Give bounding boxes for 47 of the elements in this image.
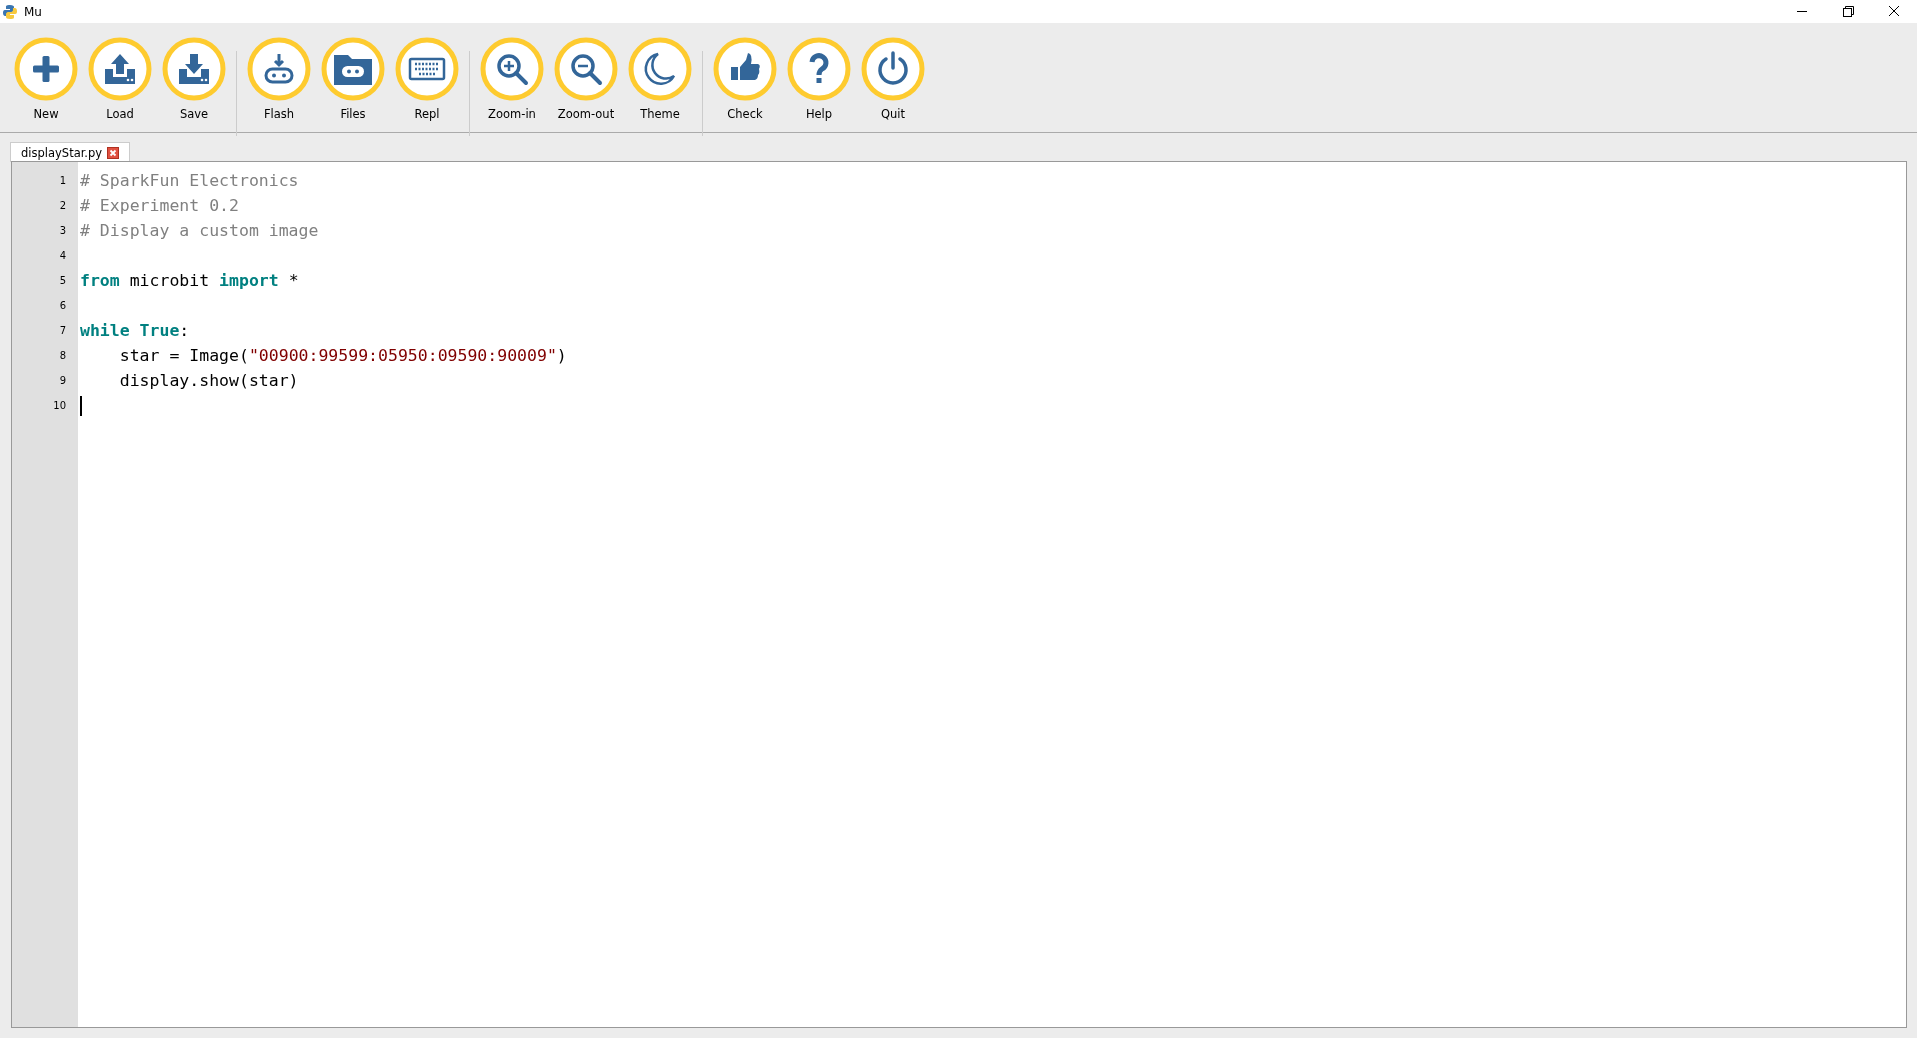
toolbar-button[interactable]: Zoom-in — [480, 37, 544, 121]
toolbar-button[interactable]: Save — [162, 37, 226, 121]
toolbar-button[interactable]: Flash — [247, 37, 311, 121]
line-number: 5 — [59, 275, 66, 286]
close-tab-icon[interactable] — [107, 146, 120, 159]
line-number: 2 — [59, 200, 66, 211]
zoom-in-icon — [480, 37, 544, 101]
upload-icon — [88, 37, 152, 101]
line-number: 7 — [59, 325, 66, 336]
line-number: 9 — [59, 375, 66, 386]
plus-icon — [14, 37, 78, 101]
line-number: 1 — [59, 175, 66, 186]
code-line: while True: — [80, 321, 190, 340]
editor-tab[interactable]: displayStar.py — [10, 142, 131, 162]
code-line: display.show(star) — [118, 371, 299, 390]
code-line: star = Image("00900:99599:05950:09590:90009") — [118, 346, 567, 365]
line-number: 6 — [59, 300, 66, 311]
toolbar-button[interactable]: Repl — [395, 37, 459, 121]
code-line: from microbit import * — [80, 271, 299, 290]
line-number: 8 — [59, 350, 66, 361]
code-line: # Display a custom image — [80, 221, 319, 240]
moon-icon — [628, 37, 692, 101]
python-logo-icon — [2, 3, 18, 20]
board-download-icon — [247, 37, 311, 101]
line-number: 3 — [59, 225, 66, 236]
folder-icon — [321, 37, 385, 101]
code-line: # Experiment 0.2 — [80, 196, 239, 215]
tab-label: displayStar.py — [21, 145, 103, 160]
keyboard-icon — [395, 37, 459, 101]
toolbar-button[interactable]: Files — [321, 37, 385, 121]
zoom-out-icon — [554, 37, 618, 101]
code-area[interactable]: # SparkFun Electronics # Experiment 0.2 # Display a custom image from microbit import * while True: star = Image("00900:99599:05950:09590:90009") display.show(star) — [78, 162, 1906, 1027]
code-line: # SparkFun Electronics — [80, 171, 299, 190]
toolbar-button[interactable]: New — [14, 37, 78, 121]
toolbar-button[interactable]: Zoom-out — [554, 37, 618, 121]
toolbar-button[interactable]: Help — [787, 37, 851, 121]
download-icon — [162, 37, 226, 101]
toolbar-button[interactable]: Theme — [628, 37, 692, 121]
thumbs-up-icon — [713, 37, 777, 101]
power-icon — [861, 37, 925, 101]
toolbar-button[interactable]: Check — [713, 37, 777, 121]
question-icon — [787, 37, 851, 101]
line-number: 4 — [59, 250, 66, 261]
toolbar-button[interactable]: Quit — [861, 37, 925, 121]
line-number: 10 — [53, 400, 66, 411]
toolbar-button[interactable]: Load — [88, 37, 152, 121]
window-title: Mu — [24, 4, 43, 19]
